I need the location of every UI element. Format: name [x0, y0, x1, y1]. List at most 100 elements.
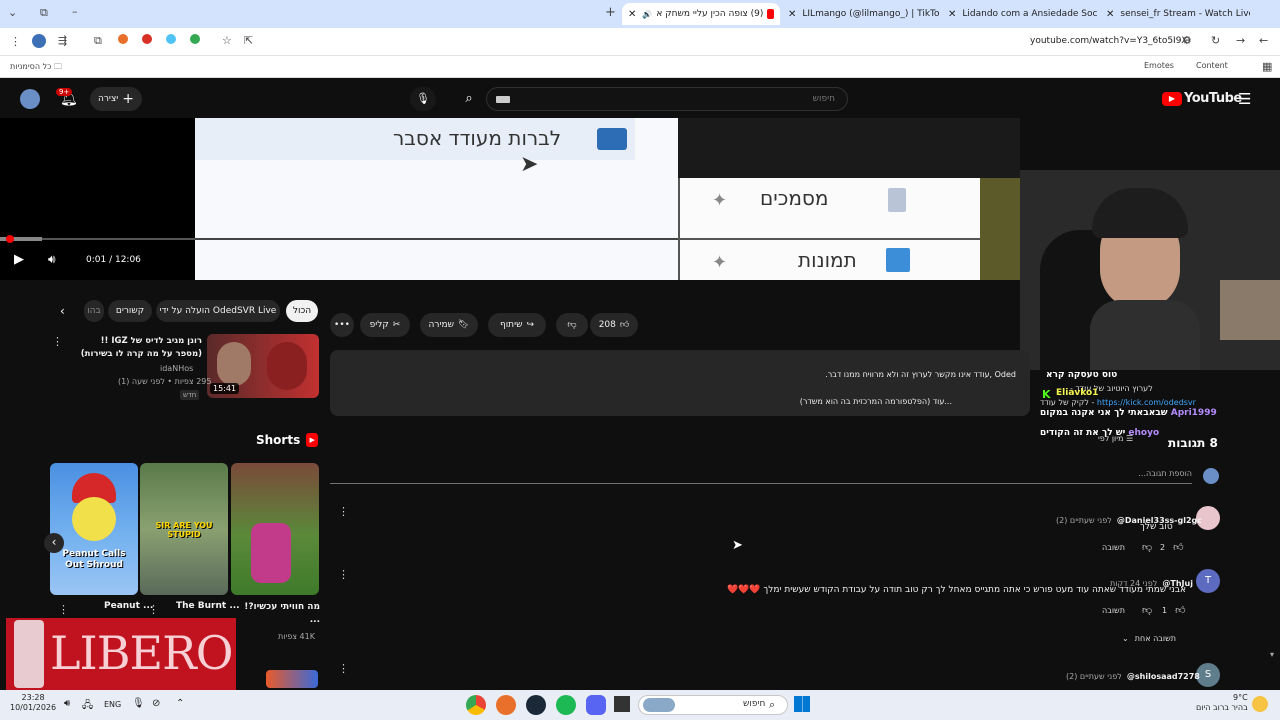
site-settings-icon[interactable]: ⚙	[1182, 34, 1192, 47]
language-indicator[interactable]: ENG	[104, 700, 121, 709]
discord-icon[interactable]	[586, 695, 606, 715]
short-thumbnail-1[interactable]	[231, 463, 319, 595]
tab-sensei[interactable]: ✕ sensei_fr Stream - Watch Live o	[1100, 3, 1250, 25]
create-button[interactable]: יצירה +	[90, 87, 142, 111]
all-bookmarks[interactable]: כל הסימניות 🗀	[10, 61, 62, 75]
comment-menu-icon[interactable]: ⋮	[338, 662, 349, 675]
description-line-2[interactable]: ...עוד (הפלטפורמה המרכזית בה הוא משדר)	[800, 397, 952, 406]
tab-lidando[interactable]: ✕ Lidando com a Ansiedade Soci	[942, 3, 1098, 25]
forward-icon[interactable]: →	[1236, 34, 1245, 47]
sort-button[interactable]: מיון לפי ☰	[1098, 434, 1133, 443]
progress-scrubber[interactable]	[6, 235, 14, 243]
profile-icon[interactable]	[32, 34, 46, 48]
search-input[interactable]	[486, 87, 848, 111]
comment-menu-icon[interactable]: ⋮	[338, 568, 349, 581]
ext-orange-icon[interactable]	[118, 34, 128, 44]
play-icon[interactable]: ▶	[14, 252, 24, 267]
share-button[interactable]: שיתוף ↪	[488, 313, 546, 337]
short-title[interactable]: Peanut ...	[104, 601, 153, 611]
short-title[interactable]: The Burnt ...	[176, 601, 240, 611]
short-title[interactable]: מה חוויתי עכשיו?! ...	[240, 601, 320, 627]
dislike-button[interactable]: 👎︎	[556, 313, 588, 337]
ext-green-icon[interactable]	[190, 34, 200, 44]
install-icon[interactable]: ⇱	[244, 34, 253, 47]
chrome-icon[interactable]	[466, 695, 486, 715]
short-thumbnail-3[interactable]: Peanut Calls Out Shroud	[50, 463, 138, 595]
close-icon[interactable]: ✕	[1106, 9, 1114, 20]
kick-link[interactable]: https://kick.com/odedsvr	[1097, 398, 1196, 407]
scrollbar-arrow-icon[interactable]: ▾	[1270, 650, 1278, 660]
taskbar-search[interactable]: חיפוש ⌕	[638, 695, 788, 715]
chip-uploader[interactable]: הועלה על ידי OdedSVR Live	[156, 300, 280, 322]
network-icon[interactable]: 🖧	[82, 698, 93, 715]
keyboard-icon[interactable]	[496, 96, 510, 103]
url-text[interactable]: youtube.com/watch?v=Y3_6to5I9XI	[1030, 36, 1190, 46]
related-menu-icon[interactable]: ⋮	[52, 335, 63, 348]
comment-menu-icon[interactable]: ⋮	[338, 505, 349, 518]
extension-icon[interactable]: ⇶	[58, 34, 67, 47]
bookmark-emotes[interactable]: Emotes	[1144, 61, 1174, 70]
short-menu-icon[interactable]: ⋮	[148, 603, 159, 616]
shorts-prev-button[interactable]: ‹	[44, 533, 64, 553]
close-icon[interactable]: ✕	[948, 9, 956, 20]
youtube-logo[interactable]: ▶ YouTube	[1162, 91, 1242, 106]
tab-youtube-active[interactable]: ✕ 🔊 (9) צופה הכין עליי משחק א	[622, 3, 780, 25]
add-comment-input[interactable]: הוספת תגובה...	[330, 468, 1192, 484]
avatar[interactable]: T	[1196, 569, 1220, 593]
weather-widget[interactable]: 9°C בהיר ברוב היום	[1196, 693, 1248, 713]
mic-icon[interactable]: 🎙︎	[132, 698, 145, 709]
like-button[interactable]: 208 👍︎	[590, 313, 638, 337]
puzzle-icon[interactable]: ⧉	[94, 34, 102, 48]
hamburger-menu-icon[interactable]: ☰	[1238, 90, 1251, 108]
save-button[interactable]: שמירה 🔖︎	[420, 313, 478, 337]
steam-icon[interactable]	[526, 695, 546, 715]
clock[interactable]: 23:28 10/01/2026	[10, 693, 56, 713]
thumbs-up-icon[interactable]: 👍︎	[1173, 541, 1183, 553]
thumbs-up-icon[interactable]: 👍︎	[1175, 604, 1185, 616]
reply-button[interactable]: תשובה	[1102, 606, 1125, 615]
related-channel[interactable]: idaNHos	[160, 364, 193, 373]
reload-icon[interactable]: ↻	[1211, 34, 1220, 47]
bookmark-star-icon[interactable]: ☆	[222, 34, 232, 47]
thumbs-down-icon[interactable]: 👎︎	[1142, 541, 1152, 553]
close-icon[interactable]: ✕	[628, 9, 636, 20]
short-thumbnail-2[interactable]: SIR ARE YOU STUPID	[140, 463, 228, 595]
volume-icon[interactable]: 🔊︎	[48, 252, 56, 267]
spotify-icon[interactable]	[556, 695, 576, 715]
more-actions-button[interactable]: •••	[330, 313, 354, 337]
reply-button[interactable]: תשובה	[1102, 543, 1125, 552]
mute-icon[interactable]: 🔊	[642, 10, 652, 19]
comment-author[interactable]: @shilosaad7278	[1127, 672, 1200, 681]
new-tab-button[interactable]: +	[605, 5, 616, 20]
bookmark-content[interactable]: Content	[1196, 61, 1228, 70]
apps-grid-icon[interactable]: ▦	[1262, 60, 1272, 73]
tab-search-icon[interactable]: ⌄	[8, 6, 17, 19]
replies-toggle[interactable]: ⌄ תשובה אחת	[1122, 634, 1176, 643]
windows-start-icon[interactable]	[794, 696, 810, 712]
obs-icon[interactable]	[496, 695, 516, 715]
chip-more[interactable]: בהו	[84, 300, 104, 322]
speaker-icon[interactable]: 🔊︎	[64, 698, 70, 709]
window-restore-icon[interactable]: ⧉	[40, 6, 48, 20]
ext-red-icon[interactable]	[142, 34, 152, 44]
chip-all[interactable]: הכול	[286, 300, 318, 322]
ext-blue-icon[interactable]	[166, 34, 176, 44]
description-box[interactable]: Oded ,עודד אינו מקשר לערוץ זה ולא מרוויח…	[330, 350, 1030, 416]
avatar[interactable]	[20, 89, 40, 109]
chip-related[interactable]: קשורים	[108, 300, 152, 322]
search-icon[interactable]: ⌕	[456, 87, 482, 111]
chevron-left-icon[interactable]: ‹	[60, 304, 65, 318]
back-icon[interactable]: ←	[1259, 34, 1268, 47]
close-icon[interactable]: ✕	[788, 9, 796, 20]
related-title[interactable]: רונן מגיב לדיס של IGZ !! (מספר על מה קרה…	[74, 335, 202, 361]
clip-button[interactable]: קליפ ✂	[360, 313, 410, 337]
tray-chevron-icon[interactable]: ⌃	[176, 698, 184, 709]
next-short-thumbnail[interactable]	[266, 670, 318, 688]
minimize-icon[interactable]: –	[72, 5, 78, 18]
camera-off-icon[interactable]: ⊘	[152, 698, 160, 709]
video-player[interactable]: לברות מעודד אסבר ➤ מסמכים ✦ תמונות ✦ ▶ 🔊…	[0, 118, 1020, 280]
thumbs-down-icon[interactable]: 👎︎	[1142, 604, 1152, 616]
short-menu-icon[interactable]: ⋮	[58, 603, 69, 616]
menu-dots-icon[interactable]: ⋮	[10, 35, 21, 48]
tab-lilmango[interactable]: ✕ LILmango (@lilmango_) | TikTo	[782, 3, 940, 25]
